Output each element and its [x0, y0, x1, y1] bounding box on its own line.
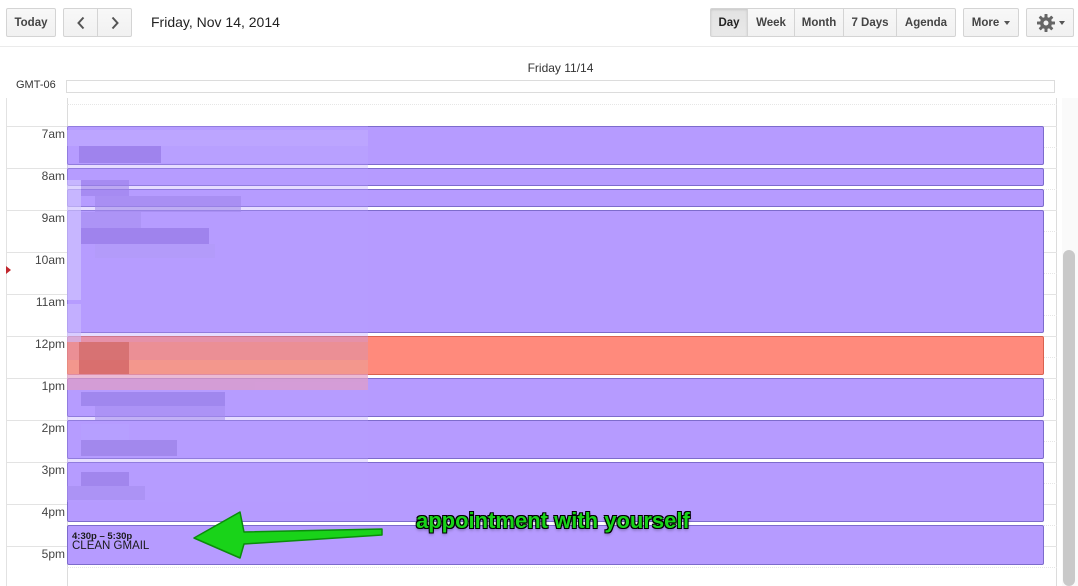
settings-button[interactable] — [1026, 8, 1074, 37]
chevron-down-icon — [1058, 20, 1065, 25]
hour-label: 10am — [34, 253, 65, 267]
chevron-left-icon — [76, 16, 84, 29]
toolbar-divider — [0, 46, 1078, 47]
chevron-right-icon — [111, 16, 119, 29]
more-label: More — [971, 16, 1000, 29]
half-hour-line — [67, 104, 1057, 105]
more-button[interactable]: More — [963, 8, 1019, 37]
half-hour-line — [67, 567, 1057, 568]
view-7days-button[interactable]: 7 Days — [843, 8, 897, 37]
gear-icon — [1036, 13, 1055, 32]
hour-label: 8am — [41, 169, 65, 183]
pixelation-mask — [67, 126, 368, 502]
hour-label: 9am — [41, 211, 65, 225]
hour-label: 3pm — [41, 463, 65, 477]
hour-label: 12pm — [34, 337, 65, 351]
hour-label: 7am — [41, 127, 65, 141]
view-week-button[interactable]: Week — [747, 8, 795, 37]
hour-label: 5pm — [41, 547, 65, 561]
annotation-label: appointment with yourself — [416, 508, 690, 533]
next-button[interactable] — [97, 8, 132, 37]
view-day-button[interactable]: Day — [710, 8, 748, 37]
all-day-row[interactable] — [66, 80, 1055, 93]
redacted-event-text — [67, 126, 368, 502]
current-date-title: Friday, Nov 14, 2014 — [151, 14, 280, 30]
hour-label: 2pm — [41, 421, 65, 435]
hour-label: 1pm — [41, 379, 65, 393]
event-title: CLEAN GMAIL — [72, 540, 150, 552]
hour-label: 4pm — [41, 505, 65, 519]
view-month-button[interactable]: Month — [794, 8, 844, 37]
view-agenda-button[interactable]: Agenda — [896, 8, 956, 37]
today-button[interactable]: Today — [6, 8, 56, 37]
chevron-down-icon — [1004, 20, 1011, 25]
timezone-label: GMT-06 — [16, 79, 56, 91]
grid-right-border — [1056, 98, 1057, 586]
day-column-header[interactable]: Friday 11/14 — [66, 61, 1055, 75]
current-time-marker — [6, 266, 11, 274]
hour-label: 11am — [35, 295, 65, 309]
scrollbar-thumb[interactable] — [1063, 250, 1075, 586]
prev-button[interactable] — [63, 8, 98, 37]
annotation-arrow-icon — [193, 511, 383, 559]
